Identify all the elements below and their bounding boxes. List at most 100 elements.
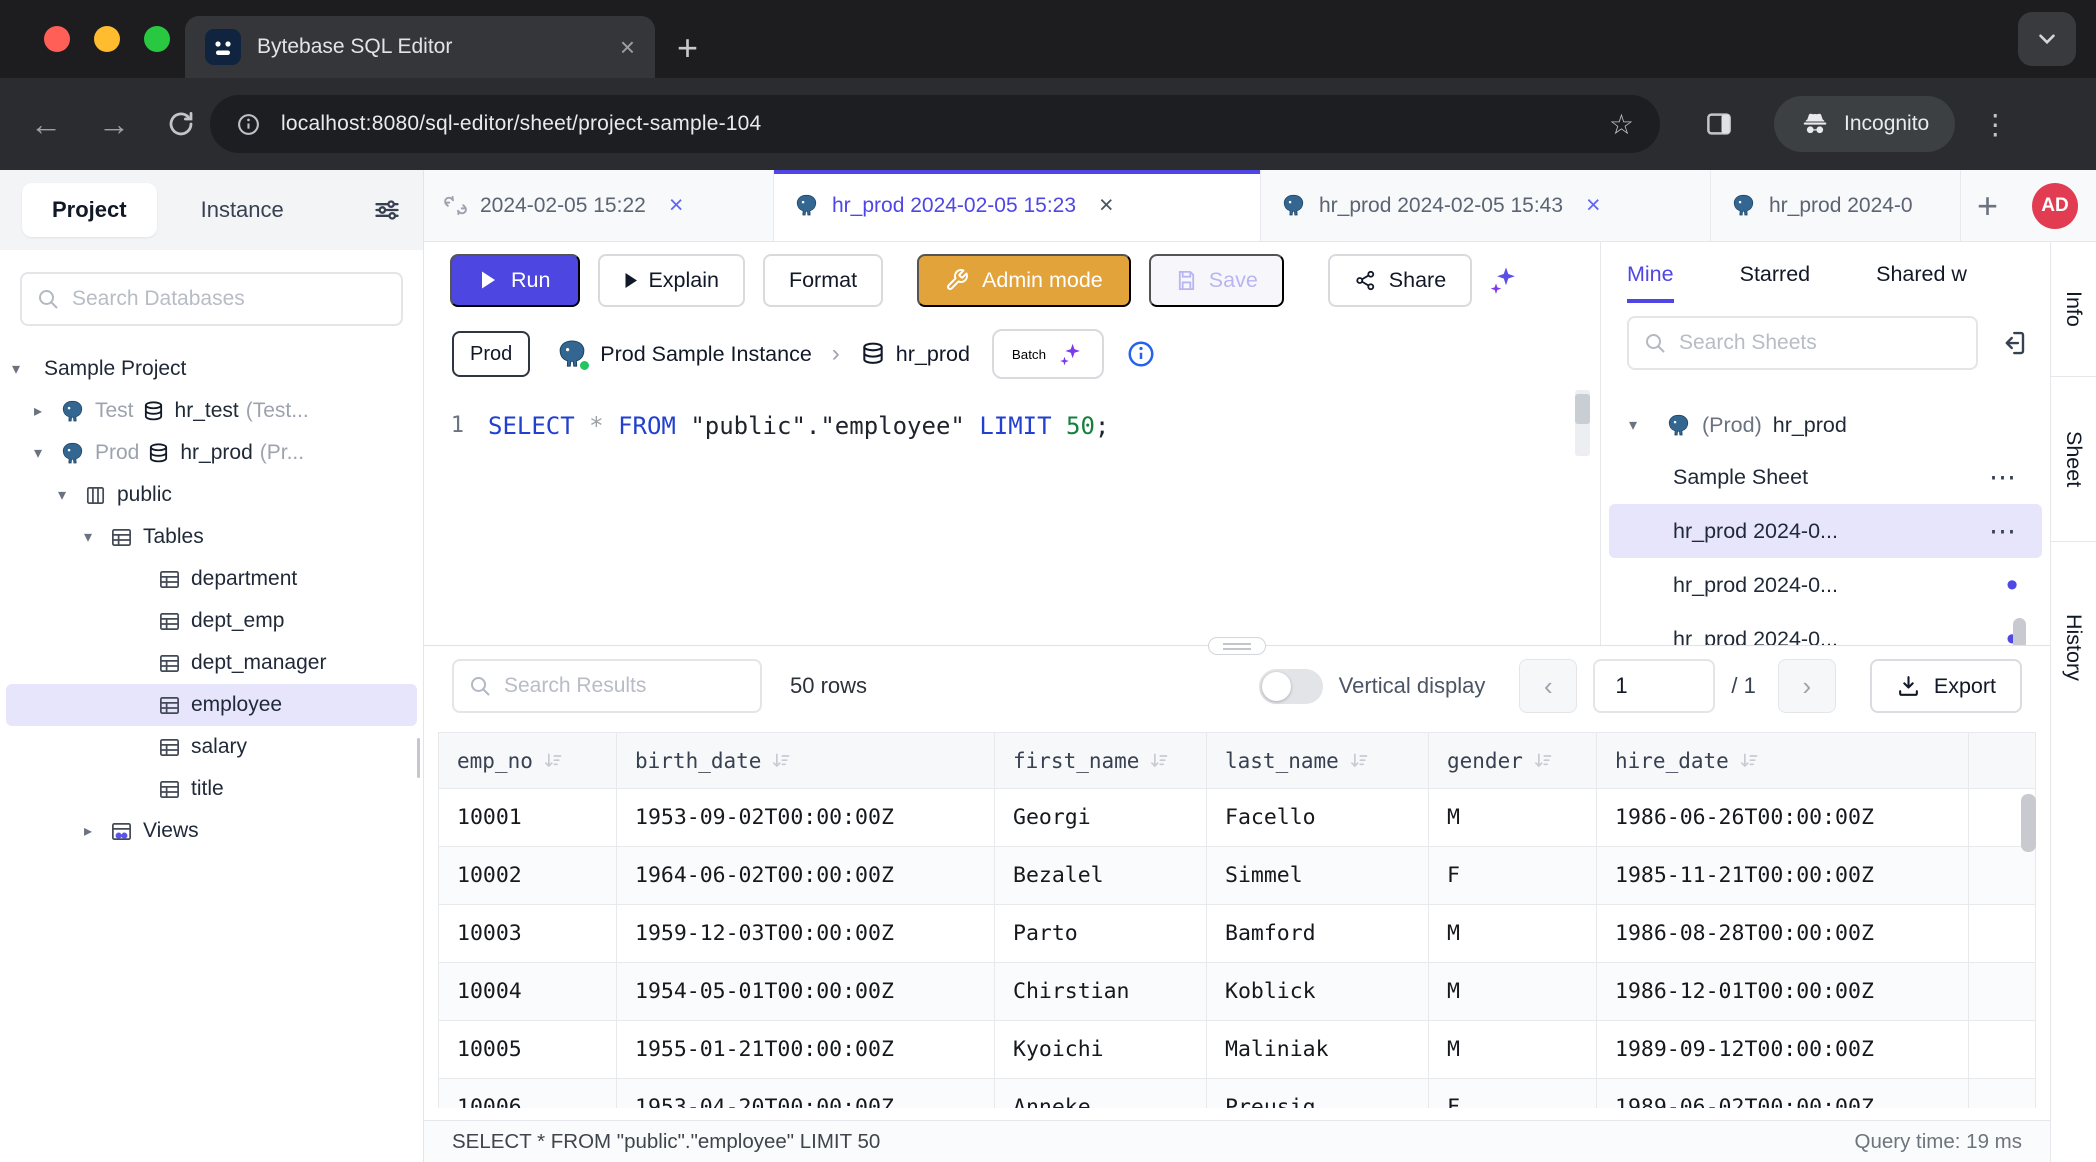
sheet-item-menu-icon[interactable]: ⋯ (1989, 462, 2018, 493)
cell-last_name[interactable]: Bamford (1207, 905, 1429, 963)
sheet-group-hr-prod[interactable]: ▾(Prod)hr_prod (1601, 400, 2050, 450)
tab-search-button[interactable] (2018, 12, 2076, 66)
rail-section-history[interactable]: History (2051, 542, 2096, 752)
caret-down-icon[interactable]: ▾ (1629, 415, 1655, 435)
cell-birth_date[interactable]: 1959-12-03T00:00:00Z (617, 905, 995, 963)
close-tab-icon[interactable]: × (1586, 193, 1601, 218)
results-search[interactable] (452, 659, 762, 713)
instance-name[interactable]: Prod Sample Instance (600, 342, 812, 367)
tab-project[interactable]: Project (22, 183, 157, 237)
sheet-item-2[interactable]: hr_prod 2024-0...• (1609, 558, 2042, 612)
database-search-input[interactable] (72, 287, 387, 311)
run-button[interactable]: Run (450, 254, 580, 307)
sort-icon[interactable] (771, 751, 791, 771)
column-header-hire_date[interactable]: hire_date (1597, 733, 1969, 789)
tree-item-title[interactable]: title (0, 768, 423, 810)
connection-info-icon[interactable] (1126, 339, 1156, 369)
environment-chip[interactable]: Prod (452, 331, 530, 377)
cell-first_name[interactable]: Anneke (995, 1079, 1207, 1109)
cell-gender[interactable]: M (1429, 789, 1597, 847)
cell-last_name[interactable]: Preusig (1207, 1079, 1429, 1109)
cell-emp_no[interactable]: 10003 (439, 905, 617, 963)
admin-mode-button[interactable]: Admin mode (917, 254, 1131, 307)
editor-tab-0[interactable]: 2024-02-05 15:22× (424, 170, 774, 241)
sort-icon[interactable] (1349, 751, 1369, 771)
url-text[interactable]: localhost:8080/sql-editor/sheet/project-… (281, 112, 761, 136)
sql-statement[interactable]: SELECT * FROM "public"."employee" LIMIT … (488, 406, 1109, 446)
cell-emp_no[interactable]: 10005 (439, 1021, 617, 1079)
rail-section-info[interactable]: Info (2051, 242, 2096, 377)
sheet-search[interactable] (1627, 316, 1978, 370)
column-header-gender[interactable]: gender (1429, 733, 1597, 789)
column-header-last_name[interactable]: last_name (1207, 733, 1429, 789)
cell-hire_date[interactable]: 1989-06-02T00:00:00Z (1597, 1079, 1969, 1109)
browser-menu-icon[interactable]: ⋮ (1981, 108, 2009, 141)
sheet-item-menu-icon[interactable]: ⋯ (1989, 516, 2018, 547)
sort-icon[interactable] (1149, 751, 1169, 771)
tree-item-dept_emp[interactable]: dept_emp (0, 600, 423, 642)
cell-birth_date[interactable]: 1954-05-01T00:00:00Z (617, 963, 995, 1021)
save-button[interactable]: Save (1149, 254, 1284, 307)
tree-item-employee[interactable]: employee (6, 684, 417, 726)
new-sheet-button[interactable]: + (1977, 188, 1998, 224)
column-header-first_name[interactable]: first_name (995, 733, 1207, 789)
caret-down-icon[interactable]: ▾ (58, 485, 84, 505)
side-panel-icon[interactable] (1704, 109, 1734, 139)
code-line[interactable]: 1 SELECT * FROM "public"."employee" LIMI… (424, 390, 1600, 446)
cell-hire_date[interactable]: 1989-09-12T00:00:00Z (1597, 1021, 1969, 1079)
column-header-emp_no[interactable]: emp_no (439, 733, 617, 789)
tree-item-dept_manager[interactable]: dept_manager (0, 642, 423, 684)
window-minimize-button[interactable] (94, 26, 120, 52)
cell-last_name[interactable]: Koblick (1207, 963, 1429, 1021)
cell-emp_no[interactable]: 10001 (439, 789, 617, 847)
cell-emp_no[interactable]: 10006 (439, 1079, 617, 1109)
address-bar[interactable]: localhost:8080/sql-editor/sheet/project-… (210, 95, 1660, 153)
sheet-tab-mine[interactable]: Mine (1627, 262, 1674, 303)
table-row[interactable]: 100051955-01-21T00:00:00ZKyoichiMaliniak… (439, 1021, 2036, 1079)
caret-right-icon[interactable]: ▸ (84, 821, 110, 841)
sort-icon[interactable] (543, 751, 563, 771)
cell-first_name[interactable]: Chirstian (995, 963, 1207, 1021)
page-number-input[interactable] (1593, 659, 1715, 713)
rail-tab-sheet[interactable]: Sheet (2061, 431, 2086, 487)
cell-last_name[interactable]: Simmel (1207, 847, 1429, 905)
next-page-button[interactable]: › (1778, 659, 1836, 713)
back-icon[interactable]: ← (30, 108, 62, 140)
panel-resize-handle[interactable] (1208, 637, 1266, 655)
cell-gender[interactable]: F (1429, 847, 1597, 905)
table-row[interactable]: 100061953-04-20T00:00:00ZAnnekePreusigF1… (439, 1079, 2036, 1109)
bookmark-star-icon[interactable]: ☆ (1609, 108, 1634, 141)
cell-first_name[interactable]: Parto (995, 905, 1207, 963)
cell-hire_date[interactable]: 1986-08-28T00:00:00Z (1597, 905, 1969, 963)
caret-down-icon[interactable]: ▾ (12, 359, 38, 379)
window-controls[interactable] (0, 0, 185, 78)
cell-gender[interactable]: F (1429, 1079, 1597, 1109)
cell-last_name[interactable]: Maliniak (1207, 1021, 1429, 1079)
tree-item-tables[interactable]: ▾Tables (0, 516, 423, 558)
cell-birth_date[interactable]: 1953-09-02T00:00:00Z (617, 789, 995, 847)
table-scrollbar[interactable] (2021, 794, 2036, 852)
reload-icon[interactable] (166, 109, 196, 139)
export-button[interactable]: Export (1870, 659, 2022, 713)
cell-emp_no[interactable]: 10004 (439, 963, 617, 1021)
browser-tab[interactable]: Bytebase SQL Editor × (185, 16, 655, 78)
database-name[interactable]: hr_prod (896, 342, 970, 367)
sheet-tab-starred[interactable]: Starred (1740, 262, 1811, 299)
sheet-item-1[interactable]: hr_prod 2024-0...⋯ (1609, 504, 2042, 558)
caret-right-icon[interactable]: ▸ (34, 401, 60, 421)
cell-gender[interactable]: M (1429, 963, 1597, 1021)
import-sheet-icon[interactable] (1998, 328, 2028, 358)
sheet-item-3[interactable]: hr_prod 2024-0...• (1609, 612, 2042, 645)
tree-item-department[interactable]: department (0, 558, 423, 600)
cell-hire_date[interactable]: 1985-11-21T00:00:00Z (1597, 847, 1969, 905)
cell-gender[interactable]: M (1429, 905, 1597, 963)
table-row[interactable]: 100011953-09-02T00:00:00ZGeorgiFacelloM1… (439, 789, 2036, 847)
cell-first_name[interactable]: Bezalel (995, 847, 1207, 905)
browser-tab-close-icon[interactable]: × (620, 34, 635, 60)
vertical-display-toggle[interactable] (1259, 669, 1323, 704)
sort-icon[interactable] (1739, 751, 1759, 771)
table-row[interactable]: 100031959-12-03T00:00:00ZPartoBamfordM19… (439, 905, 2036, 963)
tree-item-public[interactable]: ▾public (0, 474, 423, 516)
code-editor[interactable]: 1 SELECT * FROM "public"."employee" LIMI… (424, 390, 1600, 645)
window-close-button[interactable] (44, 26, 70, 52)
